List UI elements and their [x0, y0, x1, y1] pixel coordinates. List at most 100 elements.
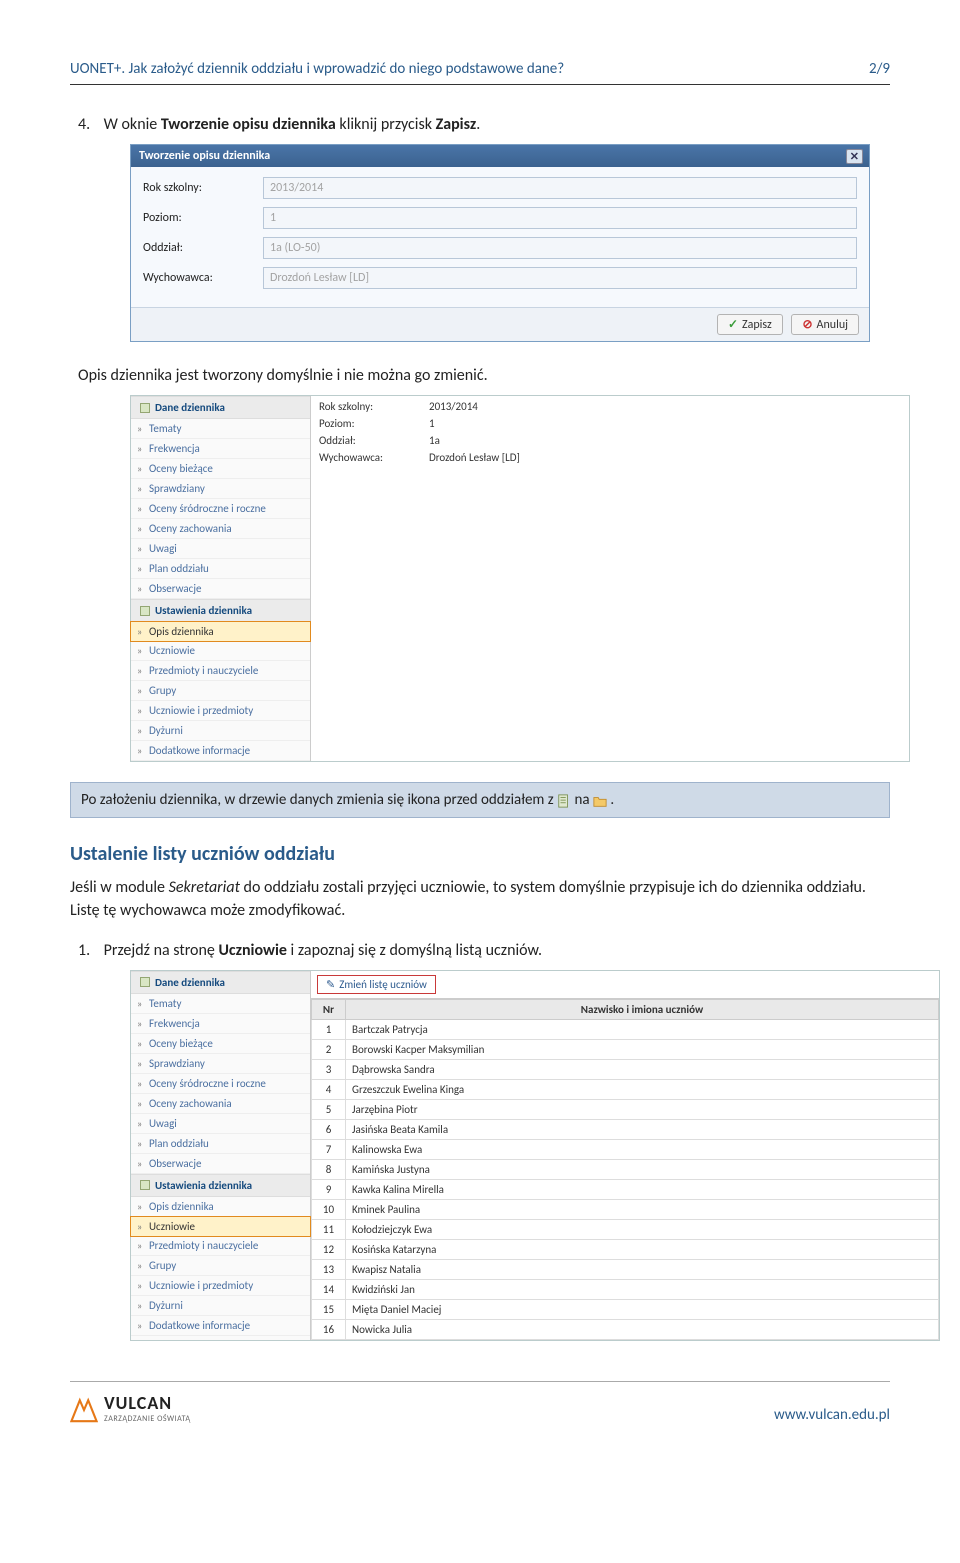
nav-item[interactable]: Uwagi [131, 539, 310, 559]
blue-info-note: Po założeniu dziennika, w drzewie danych… [70, 782, 890, 818]
change-students-button[interactable]: ✎ Zmień listę uczniów [317, 975, 436, 994]
table-row[interactable]: 15Mięta Daniel Maciej [312, 1299, 939, 1319]
col-nr: Nr [312, 999, 346, 1019]
students-table: Nr Nazwisko i imiona uczniów 1Bartczak P… [311, 999, 939, 1340]
header-rule [70, 84, 890, 85]
table-row[interactable]: 10Kminek Paulina [312, 1199, 939, 1219]
logo-tagline: ZARZĄDZANIE OŚWIATĄ [104, 1414, 191, 1424]
col-name: Nazwisko i imiona uczniów [346, 999, 939, 1019]
nav-item[interactable]: Dyżurni [131, 721, 310, 741]
step-4: 4. W oknie Tworzenie opisu dziennika kli… [78, 115, 890, 134]
dialog-footer: ✓Zapisz ⊘Anuluj [131, 307, 869, 341]
nav-item[interactable]: Oceny bieżące [131, 459, 310, 479]
nav-item[interactable]: Plan oddziału [131, 1134, 310, 1154]
detail-row: Oddział:1a [311, 432, 909, 449]
table-row[interactable]: 14Kwidziński Jan [312, 1279, 939, 1299]
nav-item[interactable]: Oceny śródroczne i roczne [131, 499, 310, 519]
dialog-title-bar: Tworzenie opisu dziennika ✕ [131, 145, 869, 167]
nav-item[interactable]: Opis dziennika [130, 621, 311, 642]
table-row[interactable]: 16Nowicka Julia [312, 1319, 939, 1339]
nav-item[interactable]: Obserwacje [131, 579, 310, 599]
nav-item[interactable]: Oceny bieżące [131, 1034, 310, 1054]
page-lines-icon [557, 794, 571, 808]
nav-item[interactable]: Uczniowie i przedmioty [131, 1276, 310, 1296]
nav-item[interactable]: Dodatkowe informacje [131, 1316, 310, 1336]
nav-item[interactable]: Uczniowie [131, 641, 310, 661]
nav-item[interactable]: Oceny zachowania [131, 519, 310, 539]
nav-item[interactable]: Sprawdziany [131, 479, 310, 499]
nav-item[interactable]: Tematy [131, 419, 310, 439]
cancel-button[interactable]: ⊘Anuluj [791, 314, 859, 335]
table-row[interactable]: 12Kosińska Katarzyna [312, 1239, 939, 1259]
cancel-icon: ⊘ [802, 317, 812, 332]
nav-group-header: Ustawienia dziennika [131, 1174, 310, 1197]
nav-item[interactable]: Grupy [131, 681, 310, 701]
save-button[interactable]: ✓Zapisz [717, 314, 783, 335]
nav-item[interactable]: Obserwacje [131, 1154, 310, 1174]
create-diary-dialog: Tworzenie opisu dziennika ✕ Rok szkolny:… [130, 144, 870, 342]
table-row[interactable]: 7Kalinowska Ewa [312, 1139, 939, 1159]
table-row[interactable]: 6Jasińska Beata Kamila [312, 1119, 939, 1139]
table-row[interactable]: 4Grzeszczuk Ewelina Kinga [312, 1079, 939, 1099]
poziom-field[interactable]: 1 [263, 207, 857, 229]
detail-row: Poziom:1 [311, 415, 909, 432]
table-row[interactable]: 1Bartczak Patrycja [312, 1019, 939, 1039]
check-icon: ✓ [728, 317, 738, 332]
nav-group-header: Dane dziennika [131, 971, 310, 994]
logo-mark-icon [70, 1396, 98, 1424]
nav-item[interactable]: Uwagi [131, 1114, 310, 1134]
detail-row: Wychowawca:Drozdoń Lesław [LD] [311, 449, 909, 466]
pencil-icon: ✎ [326, 978, 335, 991]
nav-item[interactable]: Dodatkowe informacje [131, 741, 310, 761]
nav-item[interactable]: Frekwencja [131, 439, 310, 459]
screenshot-diary-nav: Dane dziennikaTematyFrekwencjaOceny bież… [130, 395, 910, 762]
nav-group-header: Ustawienia dziennika [131, 599, 310, 622]
nav-panel: Dane dziennikaTematyFrekwencjaOceny bież… [131, 396, 311, 761]
folder-icon [593, 794, 607, 808]
doc-header-page: 2/9 [869, 60, 890, 78]
nav-item[interactable]: Dyżurni [131, 1296, 310, 1316]
screenshot-students-list: Dane dziennikaTematyFrekwencjaOceny bież… [130, 970, 940, 1341]
wychowawca-field[interactable]: Drozdoń Lesław [LD] [263, 267, 857, 289]
dialog-body: Rok szkolny:2013/2014 Poziom:1 Oddział:1… [131, 167, 869, 307]
nav-item[interactable]: Sprawdziany [131, 1054, 310, 1074]
poziom-label: Poziom: [143, 211, 263, 225]
nav-item[interactable]: Tematy [131, 994, 310, 1014]
nav-item[interactable]: Oceny śródroczne i roczne [131, 1074, 310, 1094]
nav-item[interactable]: Uczniowie [130, 1216, 311, 1237]
nav-item[interactable]: Uczniowie i przedmioty [131, 701, 310, 721]
wychowawca-label: Wychowawca: [143, 271, 263, 285]
rok-label: Rok szkolny: [143, 181, 263, 195]
table-row[interactable]: 2Borowski Kacper Maksymilian [312, 1039, 939, 1059]
vulcan-logo: VULCAN ZARZĄDZANIE OŚWIATĄ [70, 1392, 191, 1424]
table-row[interactable]: 8Kamińska Justyna [312, 1159, 939, 1179]
table-row[interactable]: 11Kołodziejczyk Ewa [312, 1219, 939, 1239]
page-footer: VULCAN ZARZĄDZANIE OŚWIATĄ www.vulcan.ed… [70, 1381, 890, 1424]
section-body: Jeśli w module Sekretariat do oddziału z… [70, 876, 890, 922]
nav-item[interactable]: Plan oddziału [131, 559, 310, 579]
doc-header-title: UONET+. Jak założyć dziennik oddziału i … [70, 60, 564, 78]
nav-item[interactable]: Opis dziennika [131, 1197, 310, 1217]
close-icon[interactable]: ✕ [846, 149, 863, 164]
oddzial-field[interactable]: 1a (LO-50) [263, 237, 857, 259]
nav-item[interactable]: Przedmioty i nauczyciele [131, 1236, 310, 1256]
table-row[interactable]: 9Kawka Kalina Mirella [312, 1179, 939, 1199]
logo-text: VULCAN [104, 1392, 191, 1414]
step-1: 1. Przejdź na stronę Uczniowie i zapozna… [78, 941, 890, 960]
table-row[interactable]: 3Dąbrowska Sandra [312, 1059, 939, 1079]
nav-item[interactable]: Grupy [131, 1256, 310, 1276]
nav-group-header: Dane dziennika [131, 396, 310, 419]
nav-item[interactable]: Przedmioty i nauczyciele [131, 661, 310, 681]
nav-item[interactable]: Frekwencja [131, 1014, 310, 1034]
after-dialog-note: Opis dziennika jest tworzony domyślnie i… [78, 364, 890, 387]
oddzial-label: Oddział: [143, 241, 263, 255]
table-row[interactable]: 13Kwapisz Natalia [312, 1259, 939, 1279]
table-row[interactable]: 5Jarzębina Piotr [312, 1099, 939, 1119]
rok-field[interactable]: 2013/2014 [263, 177, 857, 199]
students-table-area: ✎ Zmień listę uczniów Nr Nazwisko i imio… [311, 971, 939, 1340]
nav-item[interactable]: Oceny zachowania [131, 1094, 310, 1114]
dialog-title: Tworzenie opisu dziennika [139, 149, 270, 163]
footer-url: www.vulcan.edu.pl [774, 1406, 890, 1424]
detail-panel: Rok szkolny:2013/2014Poziom:1Oddział:1aW… [311, 396, 909, 761]
section-heading: Ustalenie listy uczniów oddziału [70, 842, 890, 866]
